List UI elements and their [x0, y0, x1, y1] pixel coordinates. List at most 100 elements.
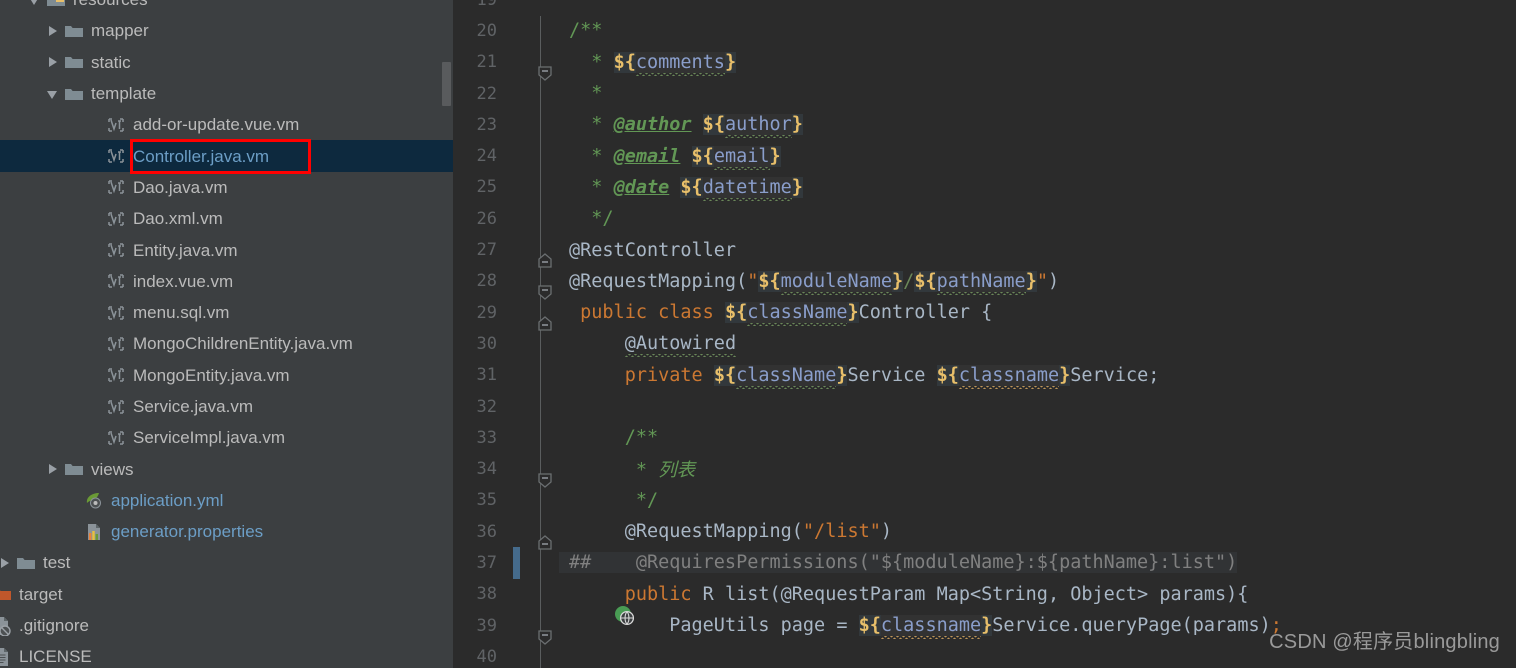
fold-open-icon[interactable] — [535, 21, 555, 82]
fold-marker-slot[interactable] — [535, 203, 559, 268]
fold-close-icon[interactable] — [535, 491, 555, 550]
tree-item-template[interactable]: template — [0, 78, 455, 109]
gutter-icons[interactable] — [501, 516, 535, 547]
fold-close-icon[interactable] — [535, 209, 555, 268]
tree-item-entity-java-vm[interactable]: Entity.java.vm — [0, 234, 455, 265]
chevron-right-icon[interactable] — [44, 22, 62, 40]
tree-item-gitignore[interactable]: .gitignore — [0, 610, 455, 641]
code-content: * @date ${datetime} — [569, 176, 803, 198]
tree-item-application-yml[interactable]: application.yml — [0, 485, 455, 516]
code-line[interactable]: 33 /** — [455, 422, 1516, 489]
gutter-icons[interactable] — [501, 109, 535, 140]
tree-item-dao-xml-vm[interactable]: Dao.xml.vm — [0, 203, 455, 234]
gutter-icons[interactable] — [501, 579, 635, 625]
tree-item-label: index.vue.vm — [133, 271, 234, 291]
chevron-right-icon[interactable] — [44, 53, 62, 71]
gutter-icons[interactable] — [501, 641, 535, 668]
fold-marker-slot[interactable] — [535, 0, 559, 15]
gutter-icons[interactable] — [501, 297, 535, 328]
code-line[interactable]: 24 * @email ${email} — [455, 140, 1516, 171]
code-line[interactable]: 25 * @date ${datetime} — [455, 172, 1516, 203]
line-number: 25 — [476, 177, 497, 198]
vcs-change-marker[interactable] — [513, 547, 520, 579]
gutter-icons[interactable] — [501, 234, 535, 265]
code-line[interactable]: 26 */ — [455, 203, 1516, 268]
gutter-icons[interactable] — [501, 360, 535, 391]
tree-item-index-vue-vm[interactable]: index.vue.vm — [0, 266, 455, 297]
gutter-icons[interactable] — [501, 172, 535, 203]
tree-item-controller-java-vm[interactable]: Controller.java.vm — [0, 140, 455, 172]
velocity-template-icon — [106, 271, 126, 291]
gutter-icons[interactable] — [501, 422, 535, 453]
gutter-icons[interactable] — [501, 453, 535, 484]
fold-close-icon[interactable] — [535, 272, 555, 331]
folder-icon — [64, 21, 84, 41]
line-number: 23 — [476, 114, 497, 135]
tree-item-add-or-update-vue-vm[interactable]: add-or-update.vue.vm — [0, 109, 455, 140]
tree-item-generator-properties[interactable]: generator.properties — [0, 516, 455, 547]
gutter-icons[interactable] — [501, 78, 535, 109]
tree-item-label: template — [91, 84, 157, 104]
tree-item-dao-java-vm[interactable]: Dao.java.vm — [0, 172, 455, 203]
gutter-icons[interactable] — [501, 47, 535, 78]
tree-item-label: resources — [73, 0, 148, 8]
tree-item-static[interactable]: static — [0, 47, 455, 78]
project-tree-panel[interactable]: resources mapper static — [0, 0, 455, 668]
tree-item-menu-sql-vm[interactable]: menu.sql.vm — [0, 297, 455, 328]
tree-item-target[interactable]: target — [0, 579, 455, 610]
code-line[interactable]: 32 — [455, 391, 1516, 422]
gutter-icons[interactable] — [501, 485, 535, 516]
tree-item-serviceimpl-java-vm[interactable]: ServiceImpl.java.vm — [0, 422, 455, 453]
code-editor-panel[interactable]: 19 20 /** 21 * ${comments} 22 — [455, 0, 1516, 668]
gutter-icons[interactable] — [501, 266, 535, 297]
fold-marker-slot[interactable] — [535, 172, 559, 203]
chevron-down-icon[interactable] — [44, 85, 62, 103]
folder-icon — [64, 52, 84, 72]
fold-open-icon[interactable] — [535, 428, 555, 489]
line-number: 24 — [476, 146, 497, 167]
sidebar-scrollbar[interactable] — [442, 62, 451, 106]
chevron-down-icon[interactable] — [26, 0, 44, 9]
chevron-right-icon[interactable] — [44, 460, 62, 478]
velocity-template-icon — [106, 334, 126, 354]
line-number: 26 — [476, 208, 497, 229]
gutter-icons[interactable] — [501, 15, 535, 46]
tree-item-resources[interactable]: resources — [0, 0, 455, 15]
gutter-icons[interactable] — [501, 610, 535, 641]
target-folder-icon — [0, 584, 12, 604]
tree-item-views[interactable]: views — [0, 453, 455, 484]
code-content: * @email ${email} — [569, 145, 781, 167]
gutter-icons[interactable] — [501, 328, 535, 359]
tree-item-label: MongoChildrenEntity.java.vm — [133, 334, 353, 354]
gutter-icons[interactable] — [501, 140, 535, 171]
tree-item-label: Entity.java.vm — [133, 240, 238, 260]
gutter-icons[interactable] — [501, 391, 535, 422]
tree-item-label: ServiceImpl.java.vm — [133, 428, 286, 448]
fold-marker-slot[interactable] — [535, 391, 559, 422]
code-line[interactable]: 20 /** — [455, 15, 1516, 82]
velocity-template-icon — [106, 177, 126, 197]
gutter-icons[interactable] — [501, 203, 535, 234]
line-number: 32 — [476, 396, 497, 417]
code-line[interactable]: 19 — [455, 0, 1516, 15]
fold-open-icon[interactable] — [535, 240, 555, 301]
folder-icon — [64, 84, 84, 104]
velocity-template-icon — [106, 303, 126, 323]
gutter-icons[interactable] — [501, 0, 535, 15]
tree-item-mongochildrenentity-java-vm[interactable]: MongoChildrenEntity.java.vm — [0, 328, 455, 359]
tree-item-mapper[interactable]: mapper — [0, 15, 455, 46]
tree-item-label: Dao.xml.vm — [133, 209, 223, 229]
line-number: 39 — [476, 615, 497, 636]
fold-marker-slot[interactable] — [535, 15, 559, 82]
tree-item-license[interactable]: LICENSE — [0, 641, 455, 668]
fold-open-icon[interactable] — [535, 585, 555, 645]
code-line[interactable]: 35 */ — [455, 485, 1516, 550]
tree-item-test[interactable]: test — [0, 547, 455, 578]
fold-marker-slot[interactable] — [535, 422, 559, 489]
tree-item-label: MongoEntity.java.vm — [133, 365, 290, 385]
chevron-right-icon[interactable] — [0, 554, 14, 572]
tree-item-label: target — [19, 584, 63, 604]
tree-item-service-java-vm[interactable]: Service.java.vm — [0, 391, 455, 422]
fold-marker-slot[interactable] — [535, 140, 559, 171]
tree-item-mongoentity-java-vm[interactable]: MongoEntity.java.vm — [0, 360, 455, 391]
